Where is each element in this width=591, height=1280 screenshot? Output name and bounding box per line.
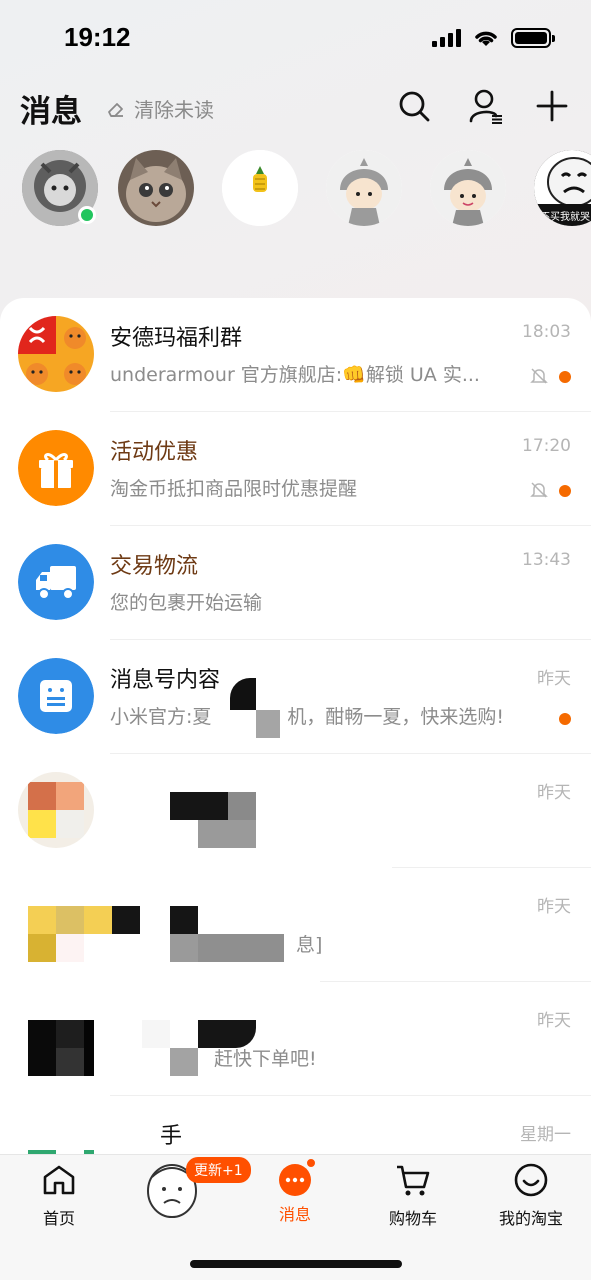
- conversation-preview: 小米官方:夏 机，酣畅一夏，快来选购!: [110, 706, 505, 728]
- conversation-name: 交易物流: [110, 554, 199, 579]
- wifi-icon: [475, 31, 497, 46]
- unread-dot: [559, 485, 571, 497]
- conversation-preview: 您的包裹开始运输: [110, 592, 263, 614]
- conversation-row[interactable]: 安德玛福利群 underarmour 官方旗舰店:👊解锁 UA 实... 18:…: [0, 298, 591, 412]
- status-bar: 19:12: [0, 0, 591, 80]
- conversation-name: 手: [160, 1124, 183, 1149]
- subscription-avatar: [18, 658, 94, 734]
- pineapple-avatar: [222, 150, 298, 226]
- conversation-time: 18:03: [522, 322, 571, 342]
- cellular-signal-icon: [432, 29, 461, 47]
- conversation-time: 17:20: [522, 436, 571, 456]
- home-indicator[interactable]: [190, 1260, 402, 1268]
- status-time: 19:12: [64, 22, 131, 52]
- conversation-time: 13:43: [522, 550, 571, 570]
- story-avatars-row: 不买我就哭: [0, 150, 591, 230]
- search-button[interactable]: [394, 86, 434, 126]
- search-icon: [399, 91, 430, 122]
- meme-avatar: 不买我就哭: [534, 150, 591, 226]
- story-avatar-2[interactable]: [118, 150, 194, 226]
- contacts-button[interactable]: [466, 86, 506, 126]
- story-avatar-5[interactable]: [430, 150, 506, 226]
- promotions-avatar: [18, 430, 94, 506]
- home-icon: [43, 1165, 75, 1195]
- message-box-icon: [18, 658, 94, 734]
- contacts-icon: [469, 89, 502, 124]
- unread-dot: [559, 371, 571, 383]
- truck-icon: [18, 544, 94, 620]
- conversation-row[interactable]: 活动优惠 淘金币抵扣商品限时优惠提醒 17:20: [0, 412, 591, 526]
- privacy-mosaic: [222, 678, 280, 738]
- plus-icon: [536, 90, 568, 122]
- under-armour-group-icon: [18, 316, 94, 392]
- conversation-preview: 淘金币抵扣商品限时优惠提醒: [110, 478, 358, 500]
- conversation-row[interactable]: 赶快下单吧! 昨天: [0, 982, 591, 1096]
- story-avatar-6[interactable]: 不买我就哭: [534, 150, 591, 226]
- tab-updates[interactable]: 更新+1: [122, 1157, 251, 1227]
- conversation-list: 安德玛福利群 underarmour 官方旗舰店:👊解锁 UA 实... 18:…: [0, 298, 591, 1168]
- conversation-name: 消息号内容: [110, 668, 221, 693]
- bottom-tab-bar: 首页 更新+1 消息 购物车 我的淘宝: [0, 1154, 591, 1280]
- clear-unread-label: 清除未读: [134, 98, 214, 122]
- group-avatar: [18, 316, 94, 392]
- story-avatar-4[interactable]: [326, 150, 402, 226]
- avatar-mosaic: [18, 772, 94, 848]
- conversation-time: 星期一: [520, 1125, 571, 1145]
- name-mosaic: [170, 792, 256, 850]
- smiley-face-icon: [514, 1163, 548, 1197]
- conversation-time: 昨天: [537, 897, 571, 917]
- page-header: 消息 清除未读: [0, 82, 591, 130]
- conversation-preview: underarmour 官方旗舰店:👊解锁 UA 实...: [110, 364, 480, 386]
- tab-label: 首页: [42, 1209, 75, 1228]
- cartoon-boy-avatar-2: [430, 150, 506, 226]
- conversation-preview: 息]: [296, 934, 323, 956]
- gift-icon: [18, 430, 94, 506]
- cat-avatar: [118, 150, 194, 226]
- tab-label: 我的淘宝: [498, 1209, 563, 1228]
- contact-avatar: [18, 886, 94, 962]
- mute-bell-icon: [530, 482, 548, 498]
- name-mosaic: [84, 906, 284, 962]
- tab-label: 购物车: [388, 1209, 437, 1228]
- online-status-dot: [78, 206, 96, 224]
- shopping-cart-icon: [397, 1165, 430, 1196]
- avatar-mosaic: [28, 1020, 94, 1076]
- conversation-row[interactable]: 昨天: [0, 754, 591, 868]
- battery-icon: [511, 28, 555, 48]
- page-title: 消息: [20, 94, 82, 130]
- clear-unread-button[interactable]: 清除未读: [106, 94, 214, 123]
- conversation-time: 昨天: [537, 1011, 571, 1031]
- cartoon-boy-avatar-1: [326, 150, 402, 226]
- tab-cart[interactable]: 购物车: [358, 1163, 468, 1229]
- tab-home[interactable]: 首页: [4, 1163, 114, 1229]
- tab-label: 消息: [278, 1205, 311, 1224]
- add-button[interactable]: [532, 86, 572, 126]
- tab-my-taobao[interactable]: 我的淘宝: [476, 1163, 586, 1229]
- mute-bell-icon: [530, 368, 548, 384]
- conversation-time: 昨天: [537, 783, 571, 803]
- tab-messages[interactable]: 消息: [240, 1157, 350, 1225]
- status-icons: [432, 28, 555, 48]
- contact-avatar: [18, 1000, 94, 1076]
- conversation-name: 安德玛福利群: [110, 326, 243, 351]
- conversation-row[interactable]: 消息号内容 小米官方:夏 机，酣畅一夏，快来选购! 昨天: [0, 640, 591, 754]
- logistics-avatar: [18, 544, 94, 620]
- conversation-preview: 赶快下单吧!: [214, 1048, 317, 1070]
- conversation-time: 昨天: [537, 669, 571, 689]
- unread-dot: [559, 713, 571, 725]
- eraser-icon: [108, 102, 123, 117]
- story-avatar-3[interactable]: [222, 150, 298, 226]
- messages-badge-dot: [305, 1157, 317, 1169]
- conversation-name: 活动优惠: [110, 440, 199, 465]
- contact-avatar: [18, 772, 94, 848]
- conversation-row[interactable]: 交易物流 您的包裹开始运输 13:43: [0, 526, 591, 640]
- conversation-row[interactable]: 息] 昨天: [0, 868, 591, 982]
- meme-caption: 不买我就哭: [540, 210, 590, 223]
